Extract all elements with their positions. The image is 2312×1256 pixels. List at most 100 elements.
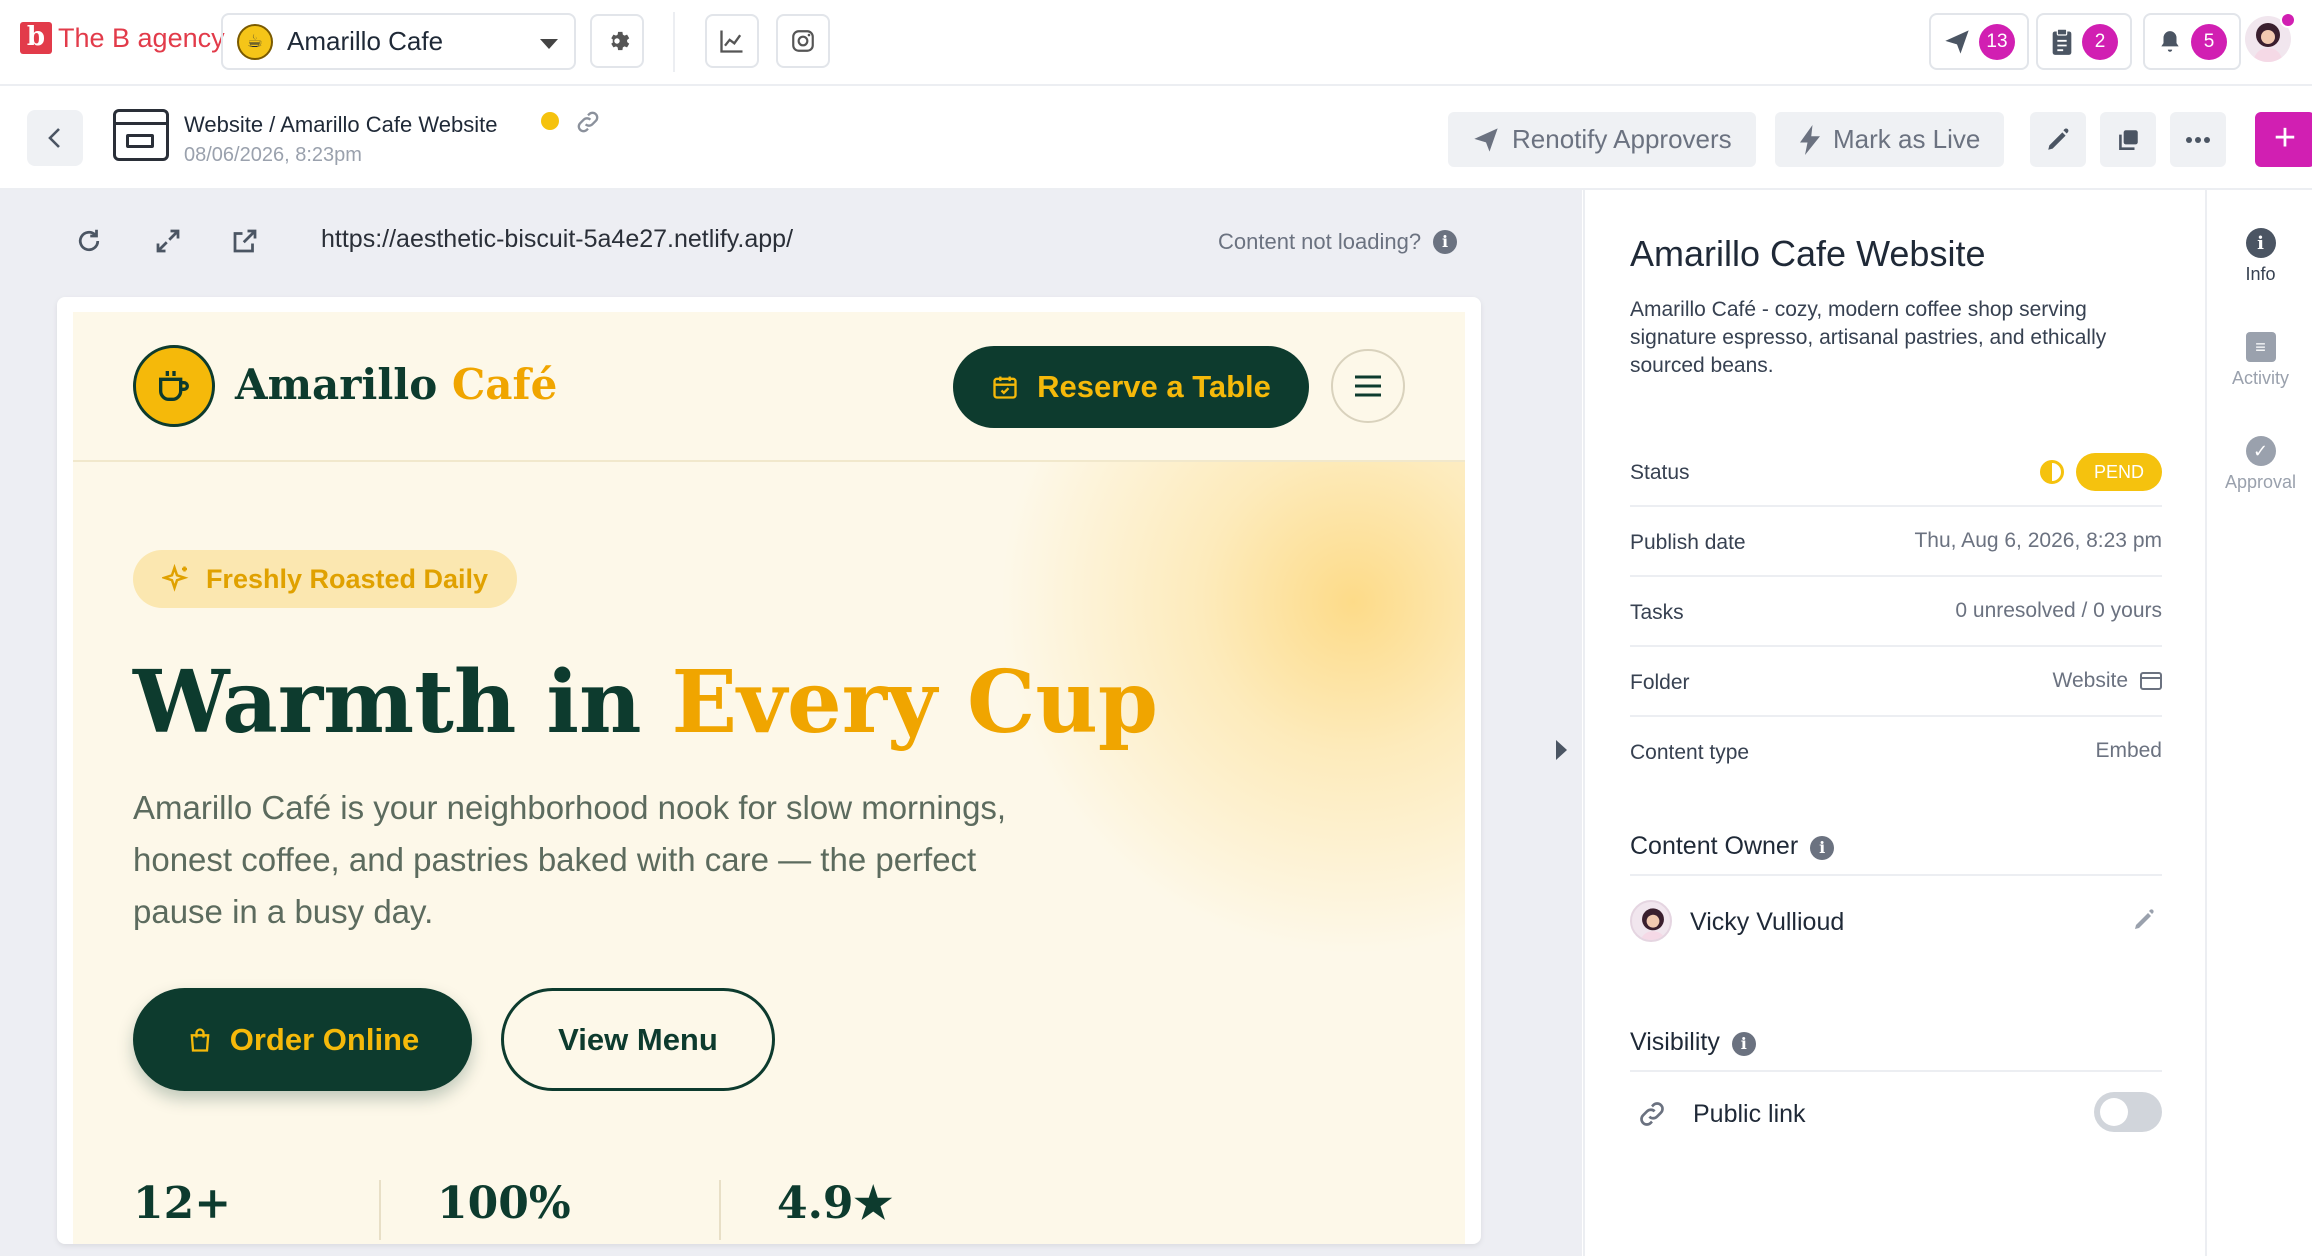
instagram-button[interactable] <box>776 14 830 68</box>
hero-subtitle: Amarillo Café is your neighborhood nook … <box>133 789 1007 930</box>
folder-value[interactable]: Website <box>2053 669 2128 693</box>
client-avatar: ☕ <box>237 23 273 60</box>
renotify-label: Renotify Approvers <box>1512 124 1732 154</box>
hamburger-icon <box>1355 375 1381 397</box>
calendar-icon <box>993 376 1017 399</box>
tasks-row: Tasks 0 unresolved / 0 yours <box>1630 577 2162 647</box>
visibility-heading: Visibility i <box>1630 1028 2162 1072</box>
preview-url[interactable]: https://aesthetic-biscuit-5a4e27.netlify… <box>321 225 793 254</box>
client-select[interactable]: ☕ Amarillo Cafe <box>221 13 576 70</box>
sent-count-badge: 13 <box>1979 23 2015 60</box>
embedded-website[interactable]: Amarillo Café Reserve a Table Freshly Ro… <box>73 312 1465 1244</box>
top-bar: b The B agency ☕ Amarillo Cafe 13 2 5 <box>0 0 2312 86</box>
reserve-table-button[interactable]: Reserve a Table <box>953 346 1309 428</box>
info-icon[interactable]: i <box>1731 1032 1756 1056</box>
order-online-button[interactable]: Order Online <box>133 988 472 1091</box>
browser-window-icon <box>2140 672 2162 690</box>
hero-title: Warmth in Every Cup <box>133 652 1158 753</box>
publish-date-value[interactable]: Thu, Aug 6, 2026, 8:23 pm <box>1914 529 2162 553</box>
send-icon <box>1945 29 1969 54</box>
link-icon <box>1640 1102 1664 1126</box>
mark-as-live-button[interactable]: Mark as Live <box>1775 112 2005 167</box>
chevron-down-icon <box>540 39 558 49</box>
side-rail: i Info ≡ Activity ✓ Approval <box>2205 190 2312 1256</box>
info-icon[interactable]: i <box>1810 836 1835 860</box>
tasks-label: Tasks <box>1630 601 1684 624</box>
content-description: Amarillo Café - cozy, modern coffee shop… <box>1630 298 2107 377</box>
shopping-bag-icon <box>190 1027 210 1052</box>
duplicate-button[interactable] <box>2100 112 2156 167</box>
expand-button[interactable] <box>153 226 183 261</box>
coffee-cup-icon <box>133 345 215 427</box>
folder-row: Folder Website <box>1630 647 2162 717</box>
more-options-button[interactable] <box>2170 112 2226 167</box>
user-status-dot <box>2280 12 2296 28</box>
content-owner-title: Content Owner <box>1630 832 1799 860</box>
public-link-row: Public link <box>1630 1092 2162 1142</box>
toggle-knob <box>2100 1098 2128 1126</box>
add-button[interactable]: + <box>2255 112 2312 167</box>
comment-icon: ≡ <box>2245 332 2276 362</box>
public-link-toggle[interactable] <box>2094 1092 2162 1132</box>
pencil-icon <box>2048 127 2069 150</box>
copy-link-button[interactable] <box>574 108 602 141</box>
tag-label: Freshly Roasted Daily <box>205 563 489 594</box>
content-owner-row: Vicky Vullioud <box>1630 900 2162 950</box>
status-row: Status PEND <box>1630 437 2162 507</box>
content-type-row: Content type Embed <box>1630 717 2162 787</box>
preview-toolbar: https://aesthetic-biscuit-5a4e27.netlify… <box>0 190 1582 295</box>
instagram-icon <box>792 30 814 52</box>
site-menu-button[interactable] <box>1331 349 1405 423</box>
renotify-approvers-button[interactable]: Renotify Approvers <box>1448 112 1756 167</box>
panel-toggle-arrow[interactable] <box>1556 740 1567 760</box>
edit-button[interactable] <box>2030 112 2086 167</box>
folder-label: Folder <box>1630 671 1690 694</box>
external-link-icon <box>233 229 257 253</box>
order-label: Order Online <box>229 1021 420 1057</box>
breadcrumb[interactable]: Website / Amarillo Cafe Website <box>184 112 497 138</box>
refresh-icon <box>78 229 100 252</box>
reload-button[interactable] <box>74 226 104 261</box>
check-circle-icon: ✓ <box>2245 436 2276 466</box>
tasks-notifications-button[interactable]: 2 <box>2036 13 2132 70</box>
not-loading-label: Content not loading? <box>1218 229 1422 254</box>
owner-avatar <box>1630 900 1672 942</box>
analytics-button[interactable] <box>705 14 759 68</box>
content-not-loading-link[interactable]: Content not loading? i <box>1218 229 1458 255</box>
brand[interactable]: b The B agency <box>20 22 225 54</box>
visibility-title: Visibility <box>1630 1028 1720 1056</box>
preview-panel: https://aesthetic-biscuit-5a4e27.netlify… <box>0 190 1582 1256</box>
stat-percent: 100% <box>437 1178 571 1229</box>
pencil-icon <box>2135 909 2154 929</box>
rail-approval-label: Approval <box>2224 472 2297 492</box>
rail-tab-activity[interactable]: ≡ Activity <box>2207 332 2312 389</box>
browser-window-icon <box>113 109 169 161</box>
stat-divider <box>379 1180 381 1240</box>
rail-tab-info[interactable]: i Info <box>2207 228 2312 285</box>
content-type-label: Content type <box>1630 741 1750 764</box>
cafe-name-part2: Café <box>451 360 558 409</box>
rail-tab-approval[interactable]: ✓ Approval <box>2207 436 2312 493</box>
public-link-label: Public link <box>1693 1100 1806 1128</box>
client-settings-button[interactable] <box>590 14 644 68</box>
view-menu-button[interactable]: View Menu <box>501 988 775 1091</box>
open-external-button[interactable] <box>230 226 260 261</box>
sent-notifications-button[interactable]: 13 <box>1929 13 2029 70</box>
expand-icon <box>156 229 180 253</box>
brand-name: The B agency <box>58 22 225 53</box>
status-badge[interactable]: PEND <box>2075 453 2162 491</box>
content-date: 08/06/2026, 8:23pm <box>184 144 362 166</box>
stat-years: 12+ <box>133 1178 232 1229</box>
publish-date-label: Publish date <box>1630 531 1746 554</box>
client-name: Amarillo Cafe <box>287 26 444 56</box>
tasks-count-badge: 2 <box>2082 23 2118 60</box>
freshly-roasted-tag: Freshly Roasted Daily <box>133 550 517 608</box>
bell-notifications-button[interactable]: 5 <box>2143 13 2241 70</box>
edit-owner-button[interactable] <box>2132 908 2156 937</box>
status-label: Status <box>1630 461 1690 484</box>
back-button[interactable] <box>27 110 83 166</box>
tasks-value[interactable]: 0 unresolved / 0 yours <box>1955 599 2162 623</box>
info-icon: i <box>2245 228 2276 258</box>
owner-name: Vicky Vullioud <box>1690 908 1845 936</box>
gear-icon <box>611 31 630 51</box>
